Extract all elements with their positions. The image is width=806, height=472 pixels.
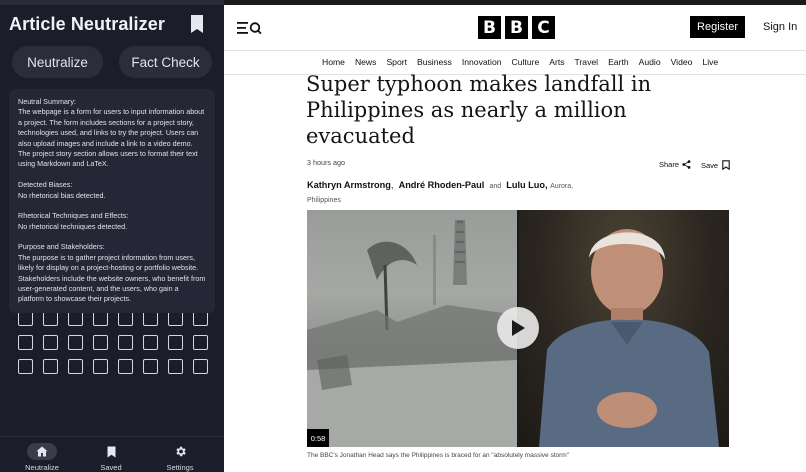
grid-checkbox[interactable] bbox=[68, 335, 83, 350]
save-label: Save bbox=[701, 160, 719, 170]
nav-link-earth[interactable]: Earth bbox=[608, 57, 629, 67]
bookmark-icon[interactable] bbox=[189, 14, 205, 34]
grid-checkbox[interactable] bbox=[193, 335, 208, 350]
grid-checkbox[interactable] bbox=[93, 311, 108, 326]
nav-link-news[interactable]: News bbox=[355, 57, 377, 67]
purpose-section: Purpose and Stakeholders: The purpose is… bbox=[18, 242, 206, 304]
video-player[interactable]: 0:58 bbox=[307, 210, 729, 447]
panel-top-bar bbox=[0, 0, 224, 5]
nav-item-saved[interactable]: Saved bbox=[83, 437, 139, 472]
grid-checkbox[interactable] bbox=[168, 335, 183, 350]
home-icon bbox=[27, 443, 57, 460]
nav-link-sport[interactable]: Sport bbox=[386, 57, 407, 67]
nav-link-live[interactable]: Live bbox=[702, 57, 718, 67]
logo-letter: B bbox=[478, 16, 501, 39]
byline: Kathryn Armstrong, André Rhoden-Paul and… bbox=[307, 179, 607, 207]
nav-label: Settings bbox=[166, 463, 194, 472]
article-timestamp: 3 hours ago bbox=[307, 158, 345, 167]
panel-title: Article Neutralizer bbox=[9, 14, 165, 34]
video-thumbnail-storm bbox=[307, 210, 517, 447]
author-link[interactable]: Kathryn Armstrong bbox=[307, 180, 391, 190]
video-thumbnail-reporter bbox=[519, 210, 729, 447]
techniques-heading: Rhetorical Techniques and Effects: bbox=[18, 211, 129, 221]
save-button[interactable]: Save bbox=[701, 160, 730, 170]
grid-checkbox[interactable] bbox=[68, 359, 83, 374]
neutralize-button[interactable]: Neutralize bbox=[12, 46, 103, 78]
share-button[interactable]: Share bbox=[659, 160, 691, 169]
bbc-page: B B C Register Sign In Home News Sport B… bbox=[224, 0, 806, 472]
grid-checkbox[interactable] bbox=[193, 311, 208, 326]
summary-card: Neutral Summary: The webpage is a form f… bbox=[9, 89, 215, 313]
grid-checkbox[interactable] bbox=[143, 359, 158, 374]
byline-separator: , bbox=[390, 180, 394, 190]
grid-checkbox[interactable] bbox=[18, 359, 33, 374]
techniques-text: No rhetorical techniques detected. bbox=[18, 221, 128, 231]
neutral-summary-section: Neutral Summary: The webpage is a form f… bbox=[18, 97, 206, 170]
author-link[interactable]: André Rhoden-Paul bbox=[399, 180, 485, 190]
nav-link-travel[interactable]: Travel bbox=[575, 57, 599, 67]
bbc-logo[interactable]: B B C bbox=[478, 16, 555, 39]
nav-item-settings[interactable]: Settings bbox=[152, 437, 208, 472]
video-duration: 0:58 bbox=[307, 429, 329, 447]
logo-letter: B bbox=[505, 16, 528, 39]
grid-checkbox[interactable] bbox=[118, 359, 133, 374]
grid-checkbox[interactable] bbox=[118, 335, 133, 350]
checkbox-grid bbox=[16, 308, 210, 378]
grid-checkbox[interactable] bbox=[93, 359, 108, 374]
register-button[interactable]: Register bbox=[690, 16, 745, 38]
play-icon bbox=[512, 320, 525, 336]
article-headline: Super typhoon makes landfall in Philippi… bbox=[306, 72, 652, 148]
biases-heading: Detected Biases: bbox=[18, 180, 73, 190]
bookmark-icon bbox=[722, 160, 730, 170]
play-button[interactable] bbox=[497, 307, 539, 349]
grid-checkbox[interactable] bbox=[93, 335, 108, 350]
grid-checkbox[interactable] bbox=[43, 311, 58, 326]
nav-link-audio[interactable]: Audio bbox=[639, 57, 661, 67]
nav-link-arts[interactable]: Arts bbox=[549, 57, 564, 67]
nav-link-innovation[interactable]: Innovation bbox=[462, 57, 502, 67]
nav-label: Saved bbox=[100, 463, 122, 472]
nav-link-home[interactable]: Home bbox=[322, 57, 345, 67]
fact-check-button[interactable]: Fact Check bbox=[119, 46, 212, 78]
nav-link-video[interactable]: Video bbox=[671, 57, 693, 67]
grid-checkbox[interactable] bbox=[143, 311, 158, 326]
bottom-nav: Neutralize Saved Settings bbox=[0, 436, 224, 472]
grid-checkbox[interactable] bbox=[193, 359, 208, 374]
grid-checkbox[interactable] bbox=[168, 311, 183, 326]
purpose-text: The purpose is to gather project informa… bbox=[18, 252, 206, 304]
nav-label: Neutralize bbox=[25, 463, 59, 472]
neutral-summary-text: The webpage is a form for users to input… bbox=[18, 107, 205, 169]
extension-panel: Article Neutralizer Neutralize Fact Chec… bbox=[0, 0, 224, 472]
sign-in-link[interactable]: Sign In bbox=[763, 21, 797, 33]
biases-text: No rhetorical bias detected. bbox=[18, 190, 106, 200]
gear-icon bbox=[165, 443, 195, 460]
grid-checkbox[interactable] bbox=[18, 311, 33, 326]
bbc-nav: Home News Sport Business Innovation Cult… bbox=[322, 57, 718, 67]
video-caption: The BBC's Jonathan Head says the Philipp… bbox=[307, 452, 570, 459]
techniques-section: Rhetorical Techniques and Effects: No rh… bbox=[18, 211, 206, 232]
grid-checkbox[interactable] bbox=[118, 311, 133, 326]
neutral-summary-heading: Neutral Summary: bbox=[18, 97, 76, 106]
biases-section: Detected Biases: No rhetorical bias dete… bbox=[18, 180, 206, 201]
share-icon bbox=[682, 160, 691, 169]
grid-checkbox[interactable] bbox=[43, 359, 58, 374]
nav-link-business[interactable]: Business bbox=[417, 57, 452, 67]
purpose-heading: Purpose and Stakeholders: bbox=[18, 242, 105, 252]
grid-checkbox[interactable] bbox=[68, 311, 83, 326]
grid-checkbox[interactable] bbox=[18, 335, 33, 350]
nav-link-culture[interactable]: Culture bbox=[512, 57, 540, 67]
bbc-header: B B C Register Sign In bbox=[224, 5, 806, 51]
byline-and: and bbox=[489, 183, 502, 190]
grid-checkbox[interactable] bbox=[143, 335, 158, 350]
share-label: Share bbox=[659, 160, 680, 169]
bookmark-icon bbox=[96, 443, 126, 460]
author-link[interactable]: Lulu Luo, bbox=[506, 180, 547, 190]
nav-item-neutralize[interactable]: Neutralize bbox=[14, 437, 70, 472]
grid-checkbox[interactable] bbox=[168, 359, 183, 374]
grid-checkbox[interactable] bbox=[43, 335, 58, 350]
logo-letter: C bbox=[532, 16, 555, 39]
menu-search-icon[interactable] bbox=[237, 20, 263, 36]
